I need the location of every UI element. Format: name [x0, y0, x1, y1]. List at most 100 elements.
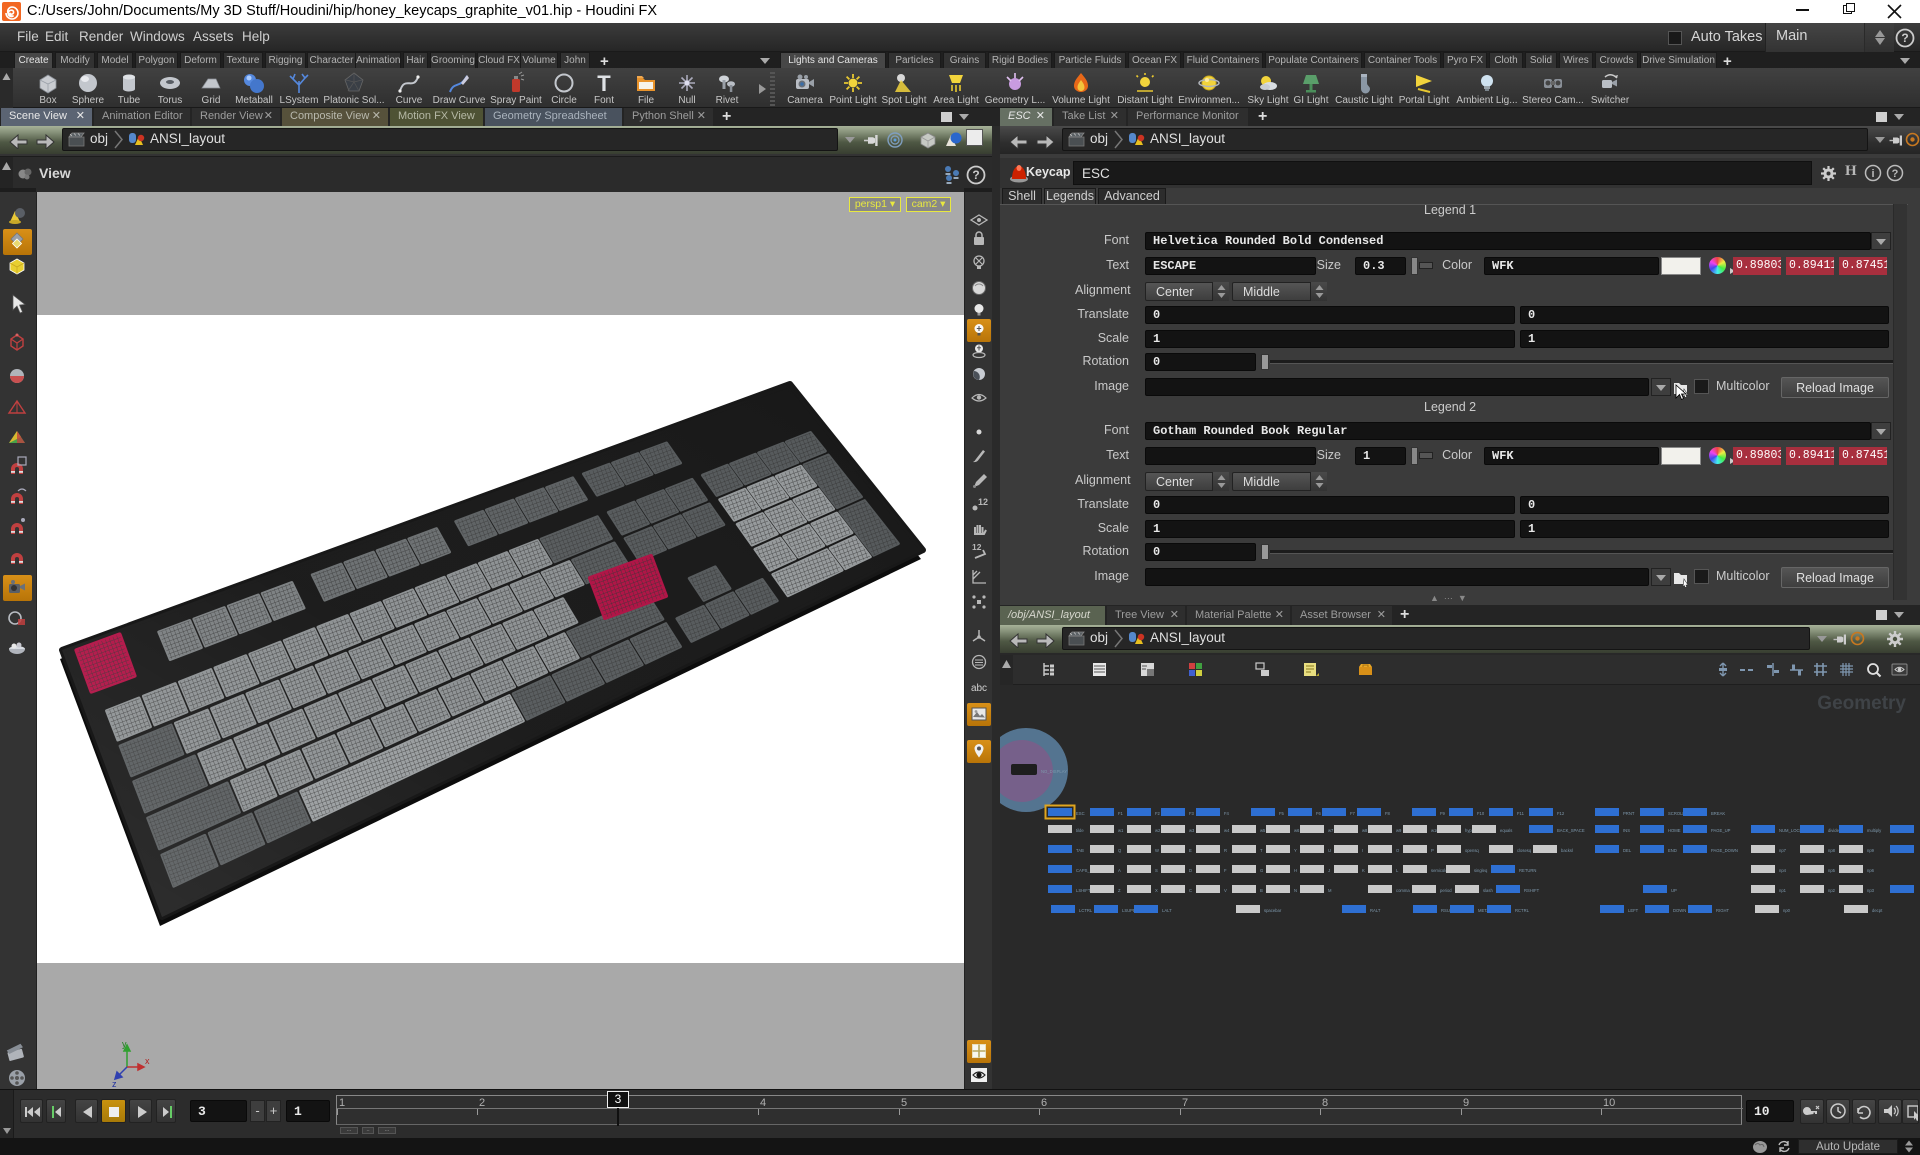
svg-text:np5: np5	[1828, 868, 1836, 873]
svg-text:E: E	[1189, 848, 1192, 853]
svg-text:12: 12	[978, 497, 988, 507]
svg-text:W: W	[1155, 848, 1159, 853]
svg-text:LSHIFT: LSHIFT	[1076, 888, 1091, 893]
svg-text:opensq: opensq	[1465, 848, 1479, 853]
svg-text:RALT: RALT	[1370, 908, 1381, 913]
svg-text:END: END	[1668, 848, 1677, 853]
svg-text:np0: np0	[1783, 908, 1791, 913]
svg-text:BACK_SPACE: BACK_SPACE	[1557, 828, 1585, 833]
svg-text:F11: F11	[1517, 811, 1525, 816]
svg-text:T: T	[1260, 848, 1263, 853]
svg-text:LALT: LALT	[1162, 908, 1172, 913]
svg-text:w3: w3	[1189, 828, 1195, 833]
svg-text:period: period	[1440, 888, 1452, 893]
svg-text:T: T	[597, 71, 611, 95]
svg-text:O: O	[1396, 848, 1400, 853]
svg-text:F6: F6	[1316, 811, 1322, 816]
svg-text:F12: F12	[1557, 811, 1565, 816]
svg-text:D: D	[1189, 868, 1192, 873]
svg-text:DEL: DEL	[1623, 848, 1632, 853]
svg-text:F5: F5	[1279, 811, 1285, 816]
svg-text:w6: w6	[1294, 828, 1300, 833]
svg-text:abc: abc	[971, 683, 987, 694]
svg-text:multiply: multiply	[1867, 828, 1882, 833]
svg-text:x: x	[145, 1056, 150, 1066]
svg-text:BREAK: BREAK	[1711, 811, 1725, 816]
svg-text:R: R	[1224, 848, 1227, 853]
svg-text:w8: w8	[1362, 828, 1368, 833]
svg-text:TAB: TAB	[1076, 848, 1084, 853]
svg-text:RCTRL: RCTRL	[1515, 908, 1530, 913]
svg-text:?: ?	[1901, 31, 1908, 45]
svg-text:UP: UP	[1671, 888, 1677, 893]
svg-text:N: N	[1294, 888, 1297, 893]
svg-text:U: U	[1328, 848, 1331, 853]
svg-text:np9: np9	[1867, 848, 1875, 853]
svg-text:ESC: ESC	[1076, 811, 1085, 816]
svg-text:NUM_LOCK: NUM_LOCK	[1779, 828, 1802, 833]
svg-text:H: H	[1294, 868, 1297, 873]
svg-text:w9: w9	[1396, 828, 1402, 833]
svg-text:B: B	[1260, 888, 1263, 893]
svg-text:divide: divide	[1828, 828, 1840, 833]
svg-text:M: M	[1328, 888, 1332, 893]
svg-text:?: ?	[972, 168, 979, 182]
svg-text:w4: w4	[1224, 828, 1230, 833]
svg-text:LCTRL: LCTRL	[1079, 908, 1093, 913]
svg-text:LEFT: LEFT	[1628, 908, 1639, 913]
svg-text:K: K	[1362, 868, 1365, 873]
svg-text:PAGE_UP: PAGE_UP	[1711, 828, 1731, 833]
svg-text:np3: np3	[1867, 888, 1875, 893]
svg-text:w7: w7	[1328, 828, 1334, 833]
svg-text:w2: w2	[1155, 828, 1161, 833]
svg-text:RSHIFT: RSHIFT	[1524, 888, 1540, 893]
svg-text:singleq: singleq	[1474, 868, 1488, 873]
svg-text:np1: np1	[1779, 888, 1787, 893]
svg-text:HOME: HOME	[1668, 828, 1681, 833]
svg-text:INS: INS	[1623, 828, 1630, 833]
svg-text:F7: F7	[1350, 811, 1356, 816]
svg-text:comma: comma	[1396, 888, 1410, 893]
svg-text:F10: F10	[1477, 811, 1485, 816]
svg-text:F3: F3	[1189, 811, 1195, 816]
svg-text:w5: w5	[1260, 828, 1266, 833]
svg-text:S: S	[1155, 868, 1158, 873]
svg-text:RIGHT: RIGHT	[1716, 908, 1729, 913]
svg-text:L: L	[1396, 868, 1399, 873]
svg-text:np4: np4	[1779, 868, 1787, 873]
svg-text:G: G	[1260, 868, 1263, 873]
svg-text:A: A	[1118, 868, 1121, 873]
svg-text:decpt: decpt	[1872, 908, 1883, 913]
svg-text:np7: np7	[1779, 848, 1787, 853]
svg-text:F4: F4	[1224, 811, 1230, 816]
svg-text:backsl: backsl	[1561, 848, 1573, 853]
svg-text:?: ?	[1892, 168, 1899, 180]
svg-text:Y: Y	[1294, 848, 1297, 853]
svg-text:slash: slash	[1483, 888, 1493, 893]
svg-text:F1: F1	[1118, 811, 1124, 816]
svg-text:tilde: tilde	[1076, 828, 1084, 833]
svg-text:F2: F2	[1155, 811, 1161, 816]
svg-text:NO_DISPLAY: NO_DISPLAY	[1041, 769, 1067, 774]
svg-text:closesq: closesq	[1517, 848, 1532, 853]
svg-text:y: y	[122, 1039, 127, 1049]
svg-text:w1: w1	[1118, 828, 1124, 833]
svg-text:C: C	[1189, 888, 1192, 893]
svg-text:np2: np2	[1828, 888, 1836, 893]
svg-text:X: X	[1155, 888, 1158, 893]
svg-text:PRNT: PRNT	[1623, 811, 1635, 816]
svg-text:RETURN: RETURN	[1519, 868, 1536, 873]
svg-text:PAGE_DOWN: PAGE_DOWN	[1711, 848, 1738, 853]
svg-text:F9: F9	[1440, 811, 1446, 816]
svg-text:12: 12	[972, 542, 982, 552]
svg-text:z: z	[112, 1079, 117, 1087]
svg-text:F: F	[1224, 868, 1227, 873]
svg-text:Z: Z	[1118, 888, 1121, 893]
svg-text:i: i	[1871, 168, 1874, 180]
svg-text:P: P	[1431, 848, 1434, 853]
svg-text:DOWN: DOWN	[1673, 908, 1686, 913]
svg-text:Q: Q	[1118, 848, 1122, 853]
svg-text:equals: equals	[1500, 828, 1512, 833]
svg-text:V: V	[1224, 888, 1227, 893]
svg-text:F8: F8	[1385, 811, 1391, 816]
